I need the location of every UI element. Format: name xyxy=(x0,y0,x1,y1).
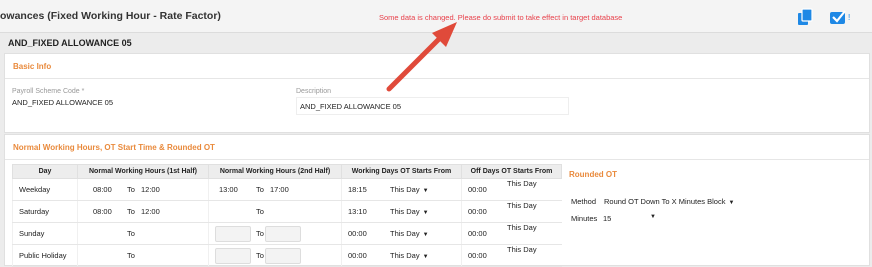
annotation-arrow-icon xyxy=(386,22,457,92)
